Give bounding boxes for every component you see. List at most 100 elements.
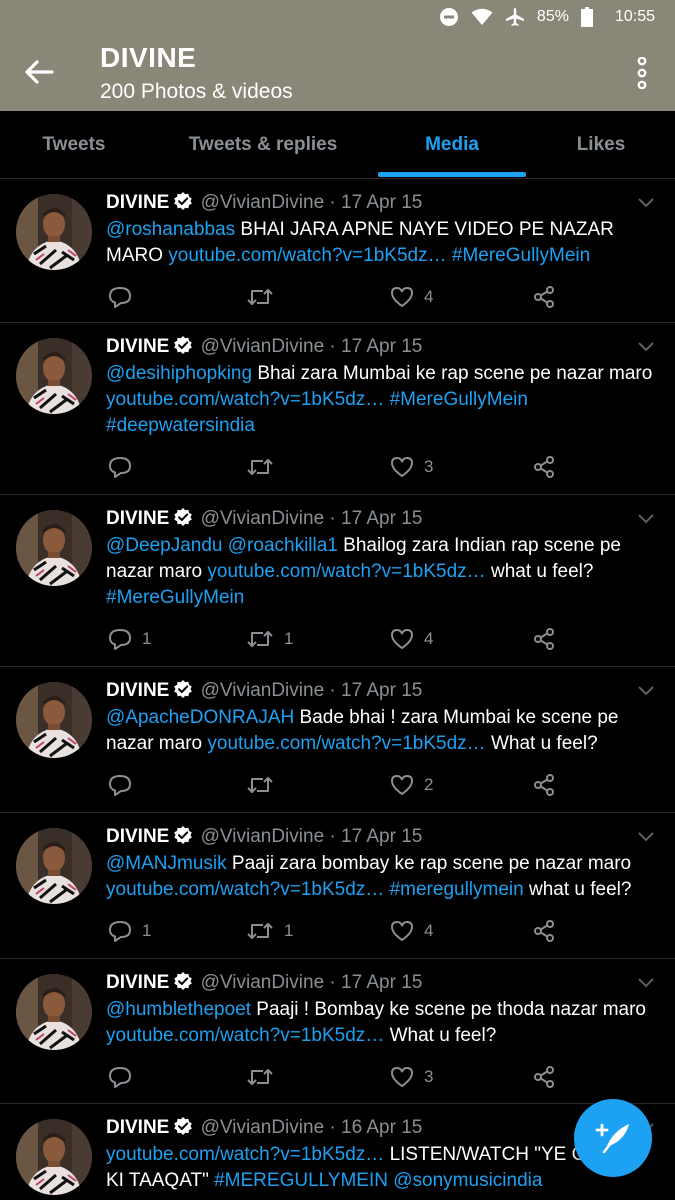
hashtag-link[interactable]: #MereGullyMein xyxy=(452,245,590,266)
tweet-item[interactable]: DIVINE @VivianDivine · 17 Apr 15 @MANJmus… xyxy=(0,813,675,959)
reply-icon xyxy=(109,287,131,308)
avatar[interactable] xyxy=(16,510,92,586)
tweet-actions: 4 xyxy=(106,285,576,309)
reply-button[interactable]: 1 xyxy=(108,919,151,943)
more-options-icon[interactable] xyxy=(635,57,649,89)
mention-link[interactable]: @roshanabbas xyxy=(106,219,235,240)
tweet-text: @DeepJandu @roachkilla1 Bhailog zara Ind… xyxy=(106,533,662,611)
avatar[interactable] xyxy=(16,1119,92,1195)
avatar[interactable] xyxy=(16,194,92,270)
mention-link[interactable]: @humblethepoet xyxy=(106,999,251,1020)
profile-name: DIVINE xyxy=(100,42,197,73)
tweet-text-segment: Bhai zara Mumbai ke rap scene pe nazar m… xyxy=(252,363,653,384)
tweet-item[interactable]: DIVINE @VivianDivine · 17 Apr 15 @ApacheD… xyxy=(0,667,675,813)
verified-badge-icon xyxy=(174,972,193,990)
verified-badge-icon xyxy=(174,508,193,526)
share-button[interactable] xyxy=(532,285,556,309)
tweet-item[interactable]: DIVINE @VivianDivine · 17 Apr 15 @roshana… xyxy=(0,179,675,323)
url-link[interactable]: youtube.com/watch?v=1bK5dz… xyxy=(106,1144,384,1165)
retweet-button[interactable] xyxy=(246,285,284,309)
retweet-button[interactable]: 1 xyxy=(246,627,293,651)
tab-tweets[interactable]: Tweets xyxy=(0,111,148,179)
tweet-menu-chevron-icon[interactable] xyxy=(637,977,655,989)
hashtag-link[interactable]: #deepwatersindia xyxy=(106,415,255,436)
avatar[interactable] xyxy=(16,682,92,758)
url-link[interactable]: youtube.com/watch?v=1bK5dz… xyxy=(106,1025,384,1046)
tweet-menu-chevron-icon[interactable] xyxy=(637,197,655,209)
tweet-item[interactable]: DIVINE @VivianDivine · 17 Apr 15 @DeepJan… xyxy=(0,495,675,667)
retweet-icon xyxy=(247,459,273,475)
share-button[interactable] xyxy=(532,455,556,479)
tweet-item[interactable]: DIVINE @VivianDivine · 17 Apr 15 @desihip… xyxy=(0,323,675,495)
author-name[interactable]: DIVINE xyxy=(106,972,169,993)
tweet-item[interactable]: DIVINE @VivianDivine · 16 Apr 15 youtube.… xyxy=(0,1104,675,1200)
like-heart-icon xyxy=(391,287,413,307)
reply-button[interactable] xyxy=(108,1065,142,1089)
avatar[interactable] xyxy=(16,828,92,904)
url-link[interactable]: youtube.com/watch?v=1bK5dz… xyxy=(207,561,485,582)
tweet-menu-chevron-icon[interactable] xyxy=(637,831,655,843)
author-name[interactable]: DIVINE xyxy=(106,680,169,701)
like-button[interactable]: 4 xyxy=(390,919,433,943)
retweet-button[interactable] xyxy=(246,455,284,479)
tweet-menu-chevron-icon[interactable] xyxy=(637,341,655,353)
tweet-header: DIVINE @VivianDivine · 16 Apr 15 xyxy=(106,1116,422,1139)
avatar[interactable] xyxy=(16,974,92,1050)
reply-button[interactable] xyxy=(108,455,142,479)
author-name[interactable]: DIVINE xyxy=(106,192,169,213)
hashtag-link[interactable]: #MereGullyMein xyxy=(390,389,528,410)
mention-link[interactable]: @MANJmusik xyxy=(106,853,227,874)
retweet-button[interactable]: 1 xyxy=(246,919,293,943)
hashtag-link[interactable]: #meregullymein xyxy=(390,879,524,900)
hashtag-link[interactable]: #MereGullyMein xyxy=(106,587,244,608)
mention-link[interactable]: @ApacheDONRAJAH xyxy=(106,707,294,728)
like-button[interactable]: 4 xyxy=(390,627,433,651)
tweet-header: DIVINE @VivianDivine · 17 Apr 15 xyxy=(106,191,422,214)
like-count: 4 xyxy=(424,629,434,648)
hashtag-link[interactable]: #MEREGULLYMEIN xyxy=(214,1170,388,1191)
retweet-button[interactable] xyxy=(246,1065,284,1089)
like-button[interactable]: 4 xyxy=(390,285,433,309)
tweet-text: @humblethepoet Paaji ! Bombay ke scene p… xyxy=(106,997,662,1049)
share-button[interactable] xyxy=(532,627,556,651)
tweet-header: DIVINE @VivianDivine · 17 Apr 15 xyxy=(106,507,422,530)
url-link[interactable]: youtube.com/watch?v=1bK5dz… xyxy=(106,389,384,410)
share-button[interactable] xyxy=(532,1065,556,1089)
tab-media[interactable]: Media xyxy=(378,111,526,179)
author-name[interactable]: DIVINE xyxy=(106,508,169,529)
reply-icon xyxy=(109,629,131,650)
mention-link[interactable]: @DeepJandu xyxy=(106,535,222,556)
like-button[interactable]: 3 xyxy=(390,455,433,479)
like-button[interactable]: 2 xyxy=(390,773,433,797)
back-arrow-icon[interactable] xyxy=(22,55,56,89)
mention-link[interactable]: @sonymusicindia xyxy=(393,1170,542,1191)
mention-link[interactable]: @roachkilla1 xyxy=(228,535,338,556)
airplane-mode-icon xyxy=(505,8,524,26)
url-link[interactable]: youtube.com/watch?v=1bK5dz… xyxy=(106,879,384,900)
reply-button[interactable]: 1 xyxy=(108,627,151,651)
avatar[interactable] xyxy=(16,338,92,414)
tab-likes[interactable]: Likes xyxy=(527,111,675,179)
retweet-button[interactable] xyxy=(246,773,284,797)
share-button[interactable] xyxy=(532,919,556,943)
share-icon xyxy=(534,774,554,796)
tab-tweets-and-replies[interactable]: Tweets & replies xyxy=(160,111,366,179)
share-icon xyxy=(534,286,554,308)
tweet-menu-chevron-icon[interactable] xyxy=(637,685,655,697)
tweet-menu-chevron-icon[interactable] xyxy=(637,513,655,525)
author-name[interactable]: DIVINE xyxy=(106,336,169,357)
like-button[interactable]: 3 xyxy=(390,1065,433,1089)
like-heart-icon xyxy=(391,1067,413,1087)
url-link[interactable]: youtube.com/watch?v=1bK5dz… xyxy=(207,733,485,754)
url-link[interactable]: youtube.com/watch?v=1bK5dz… xyxy=(168,245,446,266)
author-name[interactable]: DIVINE xyxy=(106,1117,169,1138)
share-icon xyxy=(534,456,554,478)
mention-link[interactable]: @desihiphopking xyxy=(106,363,252,384)
tweet-header: DIVINE @VivianDivine · 17 Apr 15 xyxy=(106,825,422,848)
reply-button[interactable] xyxy=(108,285,142,309)
compose-tweet-button[interactable] xyxy=(574,1099,652,1177)
reply-button[interactable] xyxy=(108,773,142,797)
share-button[interactable] xyxy=(532,773,556,797)
author-name[interactable]: DIVINE xyxy=(106,826,169,847)
tweet-item[interactable]: DIVINE @VivianDivine · 17 Apr 15 @humblet… xyxy=(0,959,675,1104)
